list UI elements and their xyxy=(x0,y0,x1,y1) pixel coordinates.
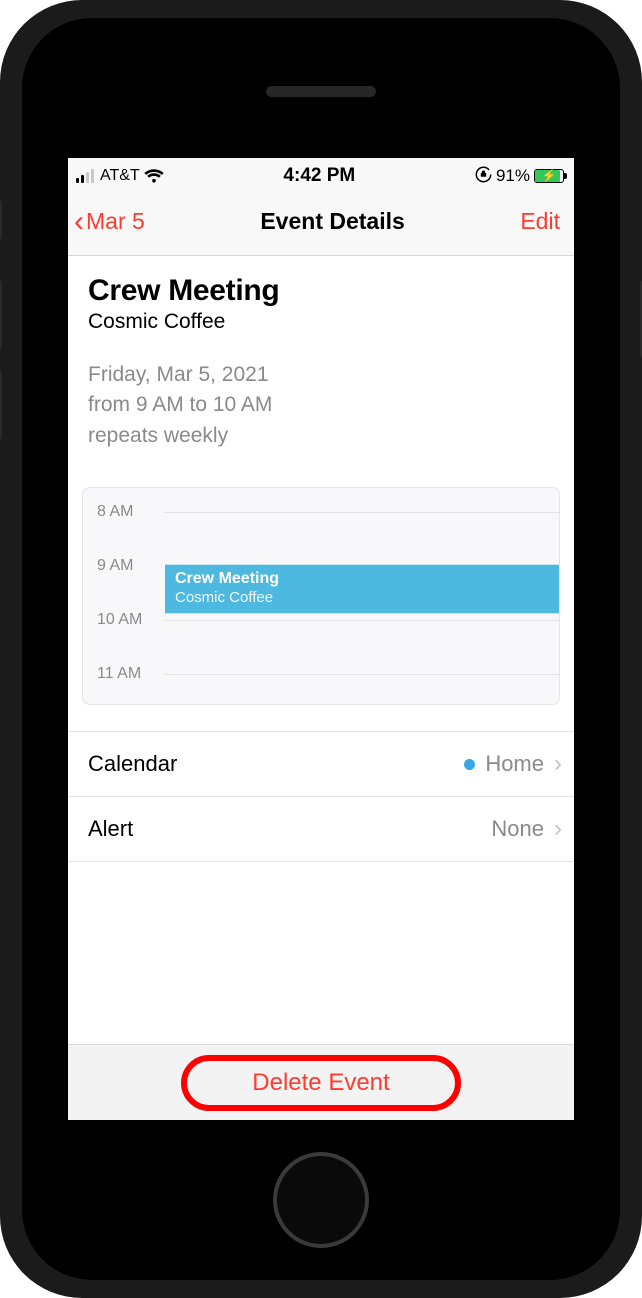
timeline-hour-row: 11 AM xyxy=(83,674,559,705)
event-location: Cosmic Coffee xyxy=(88,310,554,334)
rotation-lock-icon xyxy=(475,166,492,187)
volume-down-button xyxy=(0,370,2,440)
carrier-label: AT&T xyxy=(100,167,140,185)
alert-row-label: Alert xyxy=(88,816,133,842)
cellular-signal-icon xyxy=(76,169,94,183)
event-time-block: Friday, Mar 5, 2021 from 9 AM to 10 AM r… xyxy=(68,338,574,451)
back-label: Mar 5 xyxy=(86,208,145,235)
event-header: Crew Meeting Cosmic Coffee xyxy=(68,256,574,338)
phone-frame: AT&T 4:42 PM 91% ⚡ ‹ Mar xyxy=(0,0,642,1298)
screen: AT&T 4:42 PM 91% ⚡ ‹ Mar xyxy=(68,158,574,1120)
calendar-row-label: Calendar xyxy=(88,751,177,777)
battery-percent: 91% xyxy=(496,166,530,186)
wifi-icon xyxy=(144,169,164,184)
speaker-grille xyxy=(266,86,376,97)
chevron-right-icon: › xyxy=(554,750,562,778)
timeline-event-sub: Cosmic Coffee xyxy=(175,589,549,608)
alert-row-value: None xyxy=(491,816,544,842)
content-area: Crew Meeting Cosmic Coffee Friday, Mar 5… xyxy=(68,256,574,1120)
settings-rows: Calendar Home › Alert None › xyxy=(68,731,574,862)
timeline-hour-label: 11 AM xyxy=(97,665,141,683)
alert-row[interactable]: Alert None › xyxy=(68,797,574,862)
mute-switch xyxy=(0,200,2,240)
back-button[interactable]: ‹ Mar 5 xyxy=(74,208,145,235)
timeline-hour-row: 10 AM xyxy=(83,620,559,674)
page-title: Event Details xyxy=(260,208,404,235)
calendar-row-value: Home xyxy=(485,751,544,777)
timeline-event-title: Crew Meeting xyxy=(175,569,549,589)
home-button[interactable] xyxy=(273,1152,369,1248)
calendar-color-dot-icon xyxy=(464,759,475,770)
timeline-hour-row: 8 AM xyxy=(83,512,559,566)
volume-up-button xyxy=(0,280,2,350)
edit-button[interactable]: Edit xyxy=(520,208,560,235)
event-time-line: from 9 AM to 10 AM xyxy=(88,390,554,420)
timeline-hour-label: 10 AM xyxy=(97,611,142,629)
event-repeat-line: repeats weekly xyxy=(88,421,554,451)
status-time: 4:42 PM xyxy=(283,165,355,187)
footer-bar: Delete Event xyxy=(68,1044,574,1120)
event-date-line: Friday, Mar 5, 2021 xyxy=(88,360,554,390)
chevron-right-icon: › xyxy=(554,815,562,843)
timeline-event-block[interactable]: Crew Meeting Cosmic Coffee xyxy=(165,564,559,614)
mini-timeline[interactable]: 8 AM 9 AM 10 AM 11 AM xyxy=(82,487,560,705)
timeline-hour-label: 9 AM xyxy=(97,557,133,575)
delete-event-button[interactable]: Delete Event xyxy=(216,1061,425,1105)
status-bar: AT&T 4:42 PM 91% ⚡ xyxy=(68,158,574,194)
battery-icon: ⚡ xyxy=(534,169,564,183)
nav-bar: ‹ Mar 5 Event Details Edit xyxy=(68,194,574,256)
timeline-hour-label: 8 AM xyxy=(97,503,133,521)
event-title: Crew Meeting xyxy=(88,274,554,308)
calendar-row[interactable]: Calendar Home › xyxy=(68,732,574,797)
phone-bezel: AT&T 4:42 PM 91% ⚡ ‹ Mar xyxy=(22,18,620,1280)
